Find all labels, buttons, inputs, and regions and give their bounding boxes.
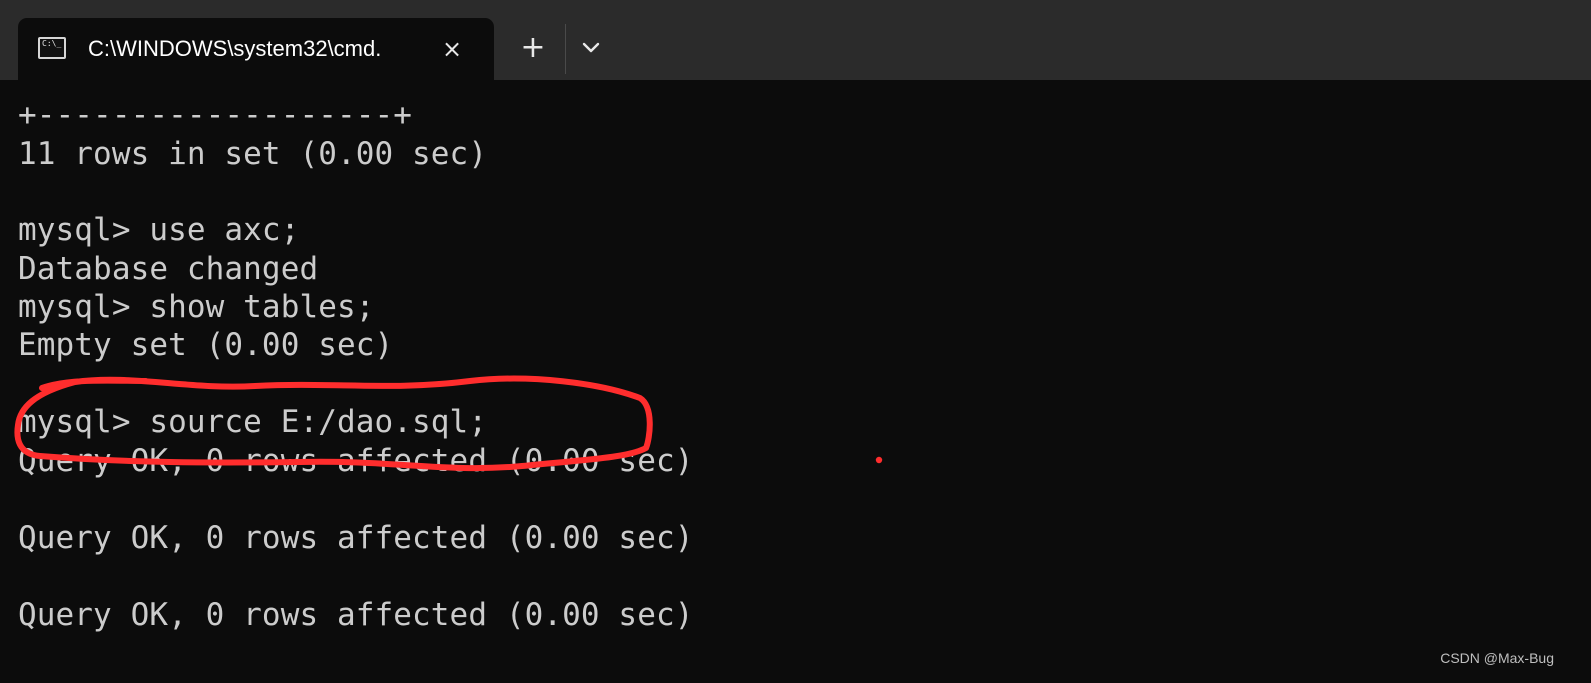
close-icon: × xyxy=(441,35,463,63)
terminal-line: +-------------------+ xyxy=(18,97,413,133)
csdn-watermark: CSDN @Max-Bug xyxy=(1440,650,1554,666)
titlebar-divider xyxy=(565,24,566,74)
tab-title: C:\WINDOWS\system32\cmd. xyxy=(88,36,382,61)
terminal-line: Query OK, 0 rows affected (0.00 sec) xyxy=(18,443,694,479)
terminal-line: Empty set (0.00 sec) xyxy=(18,327,394,363)
terminal-line: Database changed xyxy=(18,251,319,287)
active-terminal-tab[interactable]: C:\_ C:\WINDOWS\system32\cmd. × xyxy=(18,18,494,80)
close-tab-button[interactable]: × xyxy=(438,35,466,63)
terminal-line: Query OK, 0 rows affected (0.00 sec) xyxy=(18,520,694,556)
terminal-line: mysql> use axc; xyxy=(18,212,300,248)
plus-icon: + xyxy=(520,30,546,65)
tab-dropdown-button[interactable] xyxy=(574,31,608,65)
terminal-line: 11 rows in set (0.00 sec) xyxy=(18,136,488,172)
new-tab-button[interactable]: + xyxy=(512,29,554,71)
terminal-line: Query OK, 0 rows affected (0.00 sec) xyxy=(18,597,694,633)
terminal-content[interactable]: +-------------------+ 11 rows in set (0.… xyxy=(0,80,1591,683)
terminal-icon: C:\_ xyxy=(38,37,66,59)
terminal-line: mysql> source E:/dao.sql; xyxy=(18,404,488,440)
terminal-icon-text: C:\_ xyxy=(42,39,62,48)
terminal-line: mysql> show tables; xyxy=(18,289,375,325)
chevron-down-icon xyxy=(582,42,600,53)
title-bar: C:\_ C:\WINDOWS\system32\cmd. × + xyxy=(0,0,1591,80)
terminal-window: C:\_ C:\WINDOWS\system32\cmd. × + +-----… xyxy=(0,0,1591,683)
